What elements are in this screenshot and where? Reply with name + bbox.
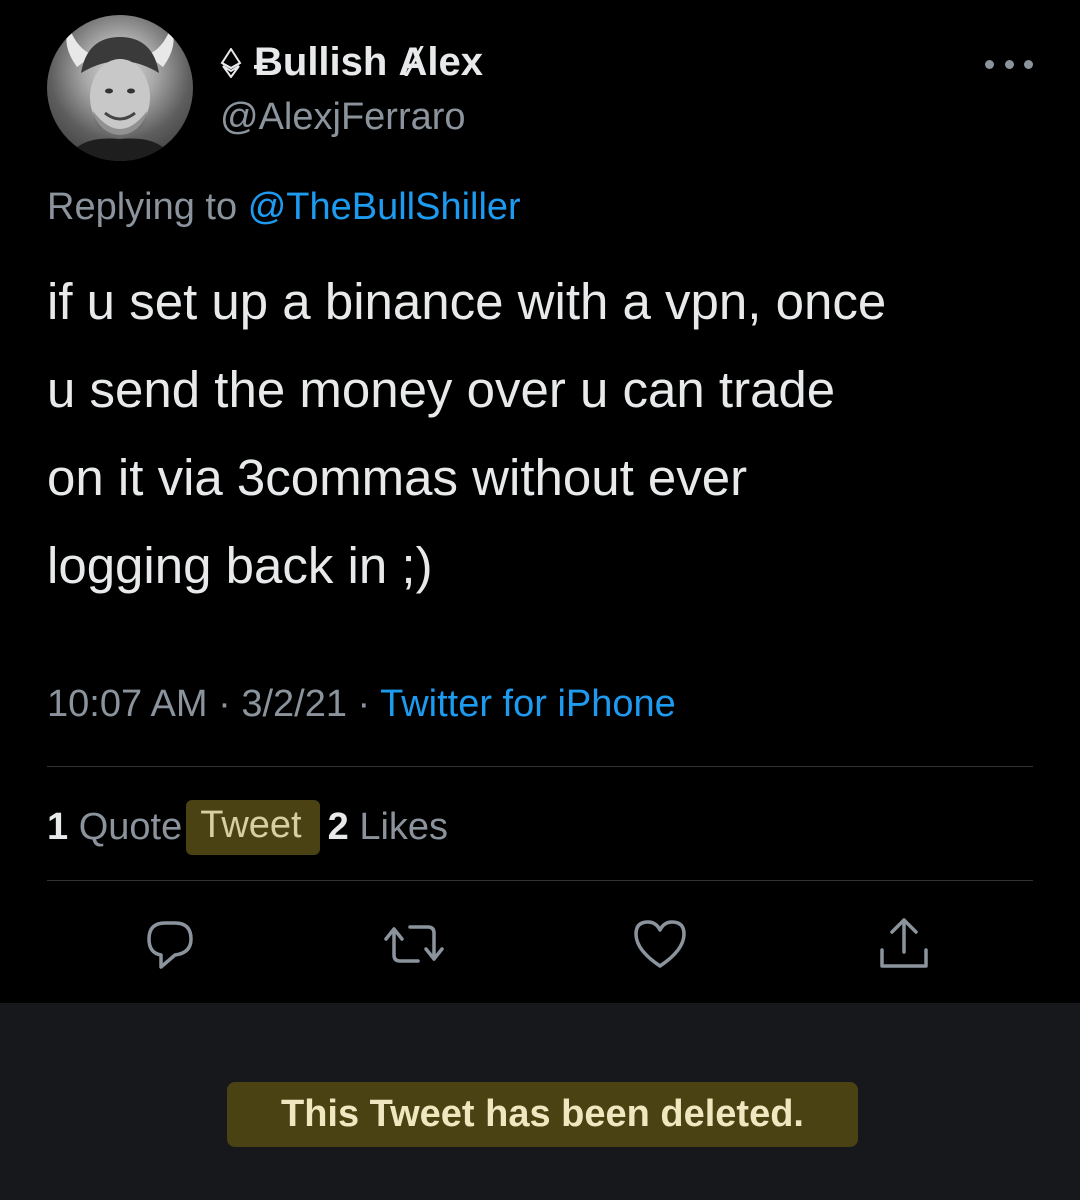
likes-stat[interactable]: 2 Likes <box>328 806 448 849</box>
share-button[interactable] <box>872 912 936 976</box>
quote-count: 1 <box>47 806 69 848</box>
tweet-text-line: if u set up a binance with a vpn, once <box>47 273 887 330</box>
retweet-icon <box>384 925 444 963</box>
display-name[interactable]: Ƀullish Ⱥlex <box>220 40 483 85</box>
share-icon <box>880 918 928 968</box>
tweet-date: 3/2/21 <box>241 683 347 725</box>
deleted-tweet-notice: This Tweet has been deleted. <box>227 1082 858 1147</box>
tweet-time: 10:07 AM <box>47 683 208 725</box>
reply-icon <box>147 921 193 969</box>
replying-to-mention[interactable]: @TheBullShiller <box>248 186 521 228</box>
quote-tweets-stat[interactable]: 1 Quote <box>47 806 182 849</box>
display-name-text: Ƀullish Ⱥlex <box>254 40 483 84</box>
meta-separator: · <box>347 683 381 725</box>
tweet-metadata: 10:07 AM · 3/2/21 · Twitter for iPhone <box>47 683 676 726</box>
heart-icon <box>634 920 686 968</box>
like-button[interactable] <box>628 912 692 976</box>
user-handle[interactable]: @AlexjFerraro <box>220 96 466 139</box>
tweet-stats: 1 Quote Tweet 2 Likes <box>47 800 448 855</box>
tweet-text-line: on it via 3commas without ever <box>47 449 748 506</box>
tweet-source-link[interactable]: Twitter for iPhone <box>380 683 676 725</box>
tweet-text-line: logging back in ;) <box>47 537 433 594</box>
replying-to-label: Replying to <box>47 186 238 228</box>
quote-label: Quote <box>78 806 183 848</box>
ethereum-icon <box>220 47 242 78</box>
divider <box>47 880 1033 881</box>
tweet-text: if u set up a binance with a vpn, once u… <box>47 258 1047 610</box>
likes-count: 2 <box>327 806 349 848</box>
meta-separator: · <box>207 683 242 725</box>
more-options-icon[interactable] <box>985 50 1033 78</box>
avatar-image <box>66 27 174 161</box>
avatar[interactable] <box>47 15 193 161</box>
replying-to: Replying to @TheBullShiller <box>47 186 521 229</box>
reply-button[interactable] <box>138 912 202 976</box>
highlighted-tweet-label: Tweet <box>186 800 320 855</box>
tweet-text-line: u send the money over u can trade <box>47 361 836 418</box>
retweet-button[interactable] <box>382 912 446 976</box>
divider <box>47 766 1033 767</box>
likes-label: Likes <box>359 806 449 848</box>
action-bar <box>0 912 1080 982</box>
